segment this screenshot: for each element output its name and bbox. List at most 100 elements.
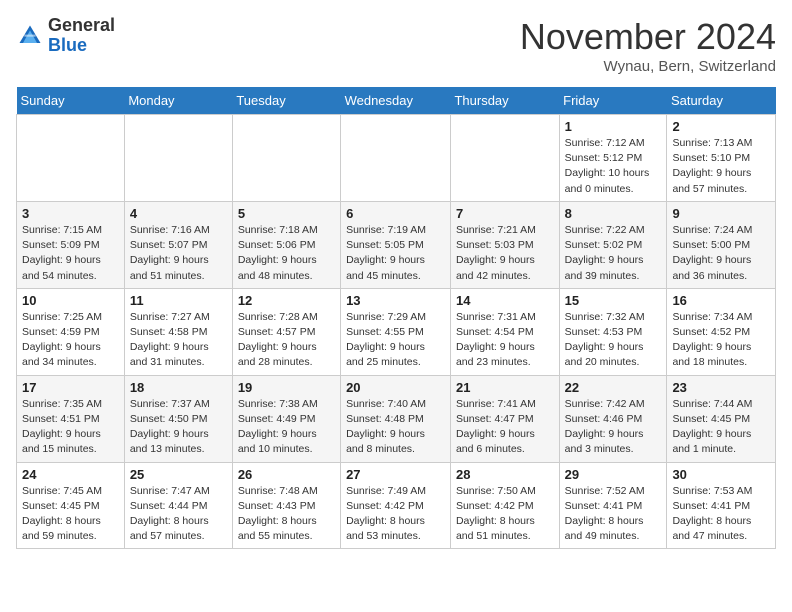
day-number: 9 bbox=[672, 206, 770, 221]
calendar-week-4: 17Sunrise: 7:35 AM Sunset: 4:51 PM Dayli… bbox=[17, 375, 776, 462]
day-info: Sunrise: 7:12 AM Sunset: 5:12 PM Dayligh… bbox=[565, 136, 662, 197]
calendar-cell bbox=[232, 115, 340, 202]
day-number: 28 bbox=[456, 467, 554, 482]
calendar-week-1: 1 Sunrise: 7:12 AM Sunset: 5:12 PM Daylig… bbox=[17, 115, 776, 202]
calendar-cell: 18 Sunrise: 7:37 AM Sunset: 4:50 PM Dayli… bbox=[124, 375, 232, 462]
day-info: Sunrise: 7:37 AM Sunset: 4:50 PM Dayligh… bbox=[130, 397, 227, 458]
day-number: 22 bbox=[565, 380, 662, 395]
day-info: Sunrise: 7:53 AM Sunset: 4:41 PM Dayligh… bbox=[672, 484, 770, 545]
day-number: 29 bbox=[565, 467, 662, 482]
day-number: 6 bbox=[346, 206, 445, 221]
day-info: Sunrise: 7:27 AM Sunset: 4:58 PM Dayligh… bbox=[130, 310, 227, 371]
calendar-cell: 13 Sunrise: 7:29 AM Sunset: 4:55 PM Dayli… bbox=[341, 288, 451, 375]
day-number: 5 bbox=[238, 206, 335, 221]
calendar-cell: 5 Sunrise: 7:18 AM Sunset: 5:06 PM Daylig… bbox=[232, 201, 340, 288]
calendar-cell: 12Sunrise: 7:28 AM Sunset: 4:57 PM Dayli… bbox=[232, 288, 340, 375]
calendar-cell: 8 Sunrise: 7:22 AM Sunset: 5:02 PM Daylig… bbox=[559, 201, 667, 288]
day-number: 14 bbox=[456, 293, 554, 308]
calendar-cell: 7Sunrise: 7:21 AM Sunset: 5:03 PM Daylig… bbox=[450, 201, 559, 288]
day-info: Sunrise: 7:18 AM Sunset: 5:06 PM Dayligh… bbox=[238, 223, 335, 284]
calendar-cell: 22 Sunrise: 7:42 AM Sunset: 4:46 PM Dayli… bbox=[559, 375, 667, 462]
weekday-header-saturday: Saturday bbox=[667, 87, 776, 115]
logo-icon bbox=[16, 22, 44, 50]
calendar-cell bbox=[17, 115, 125, 202]
weekday-header-wednesday: Wednesday bbox=[341, 87, 451, 115]
calendar-cell: 6 Sunrise: 7:19 AM Sunset: 5:05 PM Daylig… bbox=[341, 201, 451, 288]
calendar-cell: 2 Sunrise: 7:13 AM Sunset: 5:10 PM Daylig… bbox=[667, 115, 776, 202]
day-number: 10 bbox=[22, 293, 119, 308]
day-number: 18 bbox=[130, 380, 227, 395]
calendar-cell: 3 Sunrise: 7:15 AM Sunset: 5:09 PM Daylig… bbox=[17, 201, 125, 288]
calendar-cell: 24Sunrise: 7:45 AM Sunset: 4:45 PM Dayli… bbox=[17, 462, 125, 549]
calendar-cell: 29 Sunrise: 7:52 AM Sunset: 4:41 PM Dayli… bbox=[559, 462, 667, 549]
day-info: Sunrise: 7:35 AM Sunset: 4:51 PM Dayligh… bbox=[22, 397, 119, 458]
calendar-week-5: 24Sunrise: 7:45 AM Sunset: 4:45 PM Dayli… bbox=[17, 462, 776, 549]
logo: General Blue bbox=[16, 16, 115, 56]
day-number: 13 bbox=[346, 293, 445, 308]
day-info: Sunrise: 7:19 AM Sunset: 5:05 PM Dayligh… bbox=[346, 223, 445, 284]
day-number: 26 bbox=[238, 467, 335, 482]
day-number: 19 bbox=[238, 380, 335, 395]
calendar-cell: 30Sunrise: 7:53 AM Sunset: 4:41 PM Dayli… bbox=[667, 462, 776, 549]
calendar-table: SundayMondayTuesdayWednesdayThursdayFrid… bbox=[16, 87, 776, 549]
page-header: General Blue November 2024 Wynau, Bern, … bbox=[16, 16, 776, 75]
calendar-header: SundayMondayTuesdayWednesdayThursdayFrid… bbox=[17, 87, 776, 115]
day-number: 11 bbox=[130, 293, 227, 308]
day-number: 16 bbox=[672, 293, 770, 308]
logo-blue-text: Blue bbox=[48, 35, 87, 55]
day-info: Sunrise: 7:34 AM Sunset: 4:52 PM Dayligh… bbox=[672, 310, 770, 371]
calendar-cell: 10 Sunrise: 7:25 AM Sunset: 4:59 PM Dayli… bbox=[17, 288, 125, 375]
day-info: Sunrise: 7:52 AM Sunset: 4:41 PM Dayligh… bbox=[565, 484, 662, 545]
day-info: Sunrise: 7:24 AM Sunset: 5:00 PM Dayligh… bbox=[672, 223, 770, 284]
month-title: November 2024 bbox=[520, 16, 776, 58]
day-number: 2 bbox=[672, 119, 770, 134]
calendar-cell bbox=[124, 115, 232, 202]
day-info: Sunrise: 7:15 AM Sunset: 5:09 PM Dayligh… bbox=[22, 223, 119, 284]
day-number: 20 bbox=[346, 380, 445, 395]
day-info: Sunrise: 7:31 AM Sunset: 4:54 PM Dayligh… bbox=[456, 310, 554, 371]
day-info: Sunrise: 7:45 AM Sunset: 4:45 PM Dayligh… bbox=[22, 484, 119, 545]
day-number: 8 bbox=[565, 206, 662, 221]
day-number: 7 bbox=[456, 206, 554, 221]
day-info: Sunrise: 7:25 AM Sunset: 4:59 PM Dayligh… bbox=[22, 310, 119, 371]
day-info: Sunrise: 7:49 AM Sunset: 4:42 PM Dayligh… bbox=[346, 484, 445, 545]
calendar-week-3: 10 Sunrise: 7:25 AM Sunset: 4:59 PM Dayli… bbox=[17, 288, 776, 375]
day-info: Sunrise: 7:41 AM Sunset: 4:47 PM Dayligh… bbox=[456, 397, 554, 458]
day-info: Sunrise: 7:16 AM Sunset: 5:07 PM Dayligh… bbox=[130, 223, 227, 284]
calendar-cell: 9 Sunrise: 7:24 AM Sunset: 5:00 PM Daylig… bbox=[667, 201, 776, 288]
calendar-cell: 28 Sunrise: 7:50 AM Sunset: 4:42 PM Dayli… bbox=[450, 462, 559, 549]
day-number: 4 bbox=[130, 206, 227, 221]
day-info: Sunrise: 7:44 AM Sunset: 4:45 PM Dayligh… bbox=[672, 397, 770, 458]
calendar-cell: 14 Sunrise: 7:31 AM Sunset: 4:54 PM Dayli… bbox=[450, 288, 559, 375]
calendar-cell: 11 Sunrise: 7:27 AM Sunset: 4:58 PM Dayli… bbox=[124, 288, 232, 375]
calendar-cell: 1 Sunrise: 7:12 AM Sunset: 5:12 PM Daylig… bbox=[559, 115, 667, 202]
day-number: 12 bbox=[238, 293, 335, 308]
day-info: Sunrise: 7:22 AM Sunset: 5:02 PM Dayligh… bbox=[565, 223, 662, 284]
day-number: 3 bbox=[22, 206, 119, 221]
calendar-cell: 4 Sunrise: 7:16 AM Sunset: 5:07 PM Daylig… bbox=[124, 201, 232, 288]
calendar-cell: 20Sunrise: 7:40 AM Sunset: 4:48 PM Dayli… bbox=[341, 375, 451, 462]
day-info: Sunrise: 7:47 AM Sunset: 4:44 PM Dayligh… bbox=[130, 484, 227, 545]
day-info: Sunrise: 7:32 AM Sunset: 4:53 PM Dayligh… bbox=[565, 310, 662, 371]
day-number: 1 bbox=[565, 119, 662, 134]
calendar-cell: 16 Sunrise: 7:34 AM Sunset: 4:52 PM Dayli… bbox=[667, 288, 776, 375]
weekday-header-monday: Monday bbox=[124, 87, 232, 115]
weekday-header-thursday: Thursday bbox=[450, 87, 559, 115]
day-number: 27 bbox=[346, 467, 445, 482]
weekday-header-sunday: Sunday bbox=[17, 87, 125, 115]
day-info: Sunrise: 7:29 AM Sunset: 4:55 PM Dayligh… bbox=[346, 310, 445, 371]
weekday-row: SundayMondayTuesdayWednesdayThursdayFrid… bbox=[17, 87, 776, 115]
calendar-cell: 23 Sunrise: 7:44 AM Sunset: 4:45 PM Dayli… bbox=[667, 375, 776, 462]
day-info: Sunrise: 7:42 AM Sunset: 4:46 PM Dayligh… bbox=[565, 397, 662, 458]
day-number: 15 bbox=[565, 293, 662, 308]
day-info: Sunrise: 7:38 AM Sunset: 4:49 PM Dayligh… bbox=[238, 397, 335, 458]
calendar-cell: 26Sunrise: 7:48 AM Sunset: 4:43 PM Dayli… bbox=[232, 462, 340, 549]
day-number: 25 bbox=[130, 467, 227, 482]
day-info: Sunrise: 7:50 AM Sunset: 4:42 PM Dayligh… bbox=[456, 484, 554, 545]
day-number: 21 bbox=[456, 380, 554, 395]
day-info: Sunrise: 7:13 AM Sunset: 5:10 PM Dayligh… bbox=[672, 136, 770, 197]
day-number: 23 bbox=[672, 380, 770, 395]
calendar-cell: 15 Sunrise: 7:32 AM Sunset: 4:53 PM Dayli… bbox=[559, 288, 667, 375]
calendar-body: 1 Sunrise: 7:12 AM Sunset: 5:12 PM Daylig… bbox=[17, 115, 776, 549]
calendar-cell: 25 Sunrise: 7:47 AM Sunset: 4:44 PM Dayli… bbox=[124, 462, 232, 549]
